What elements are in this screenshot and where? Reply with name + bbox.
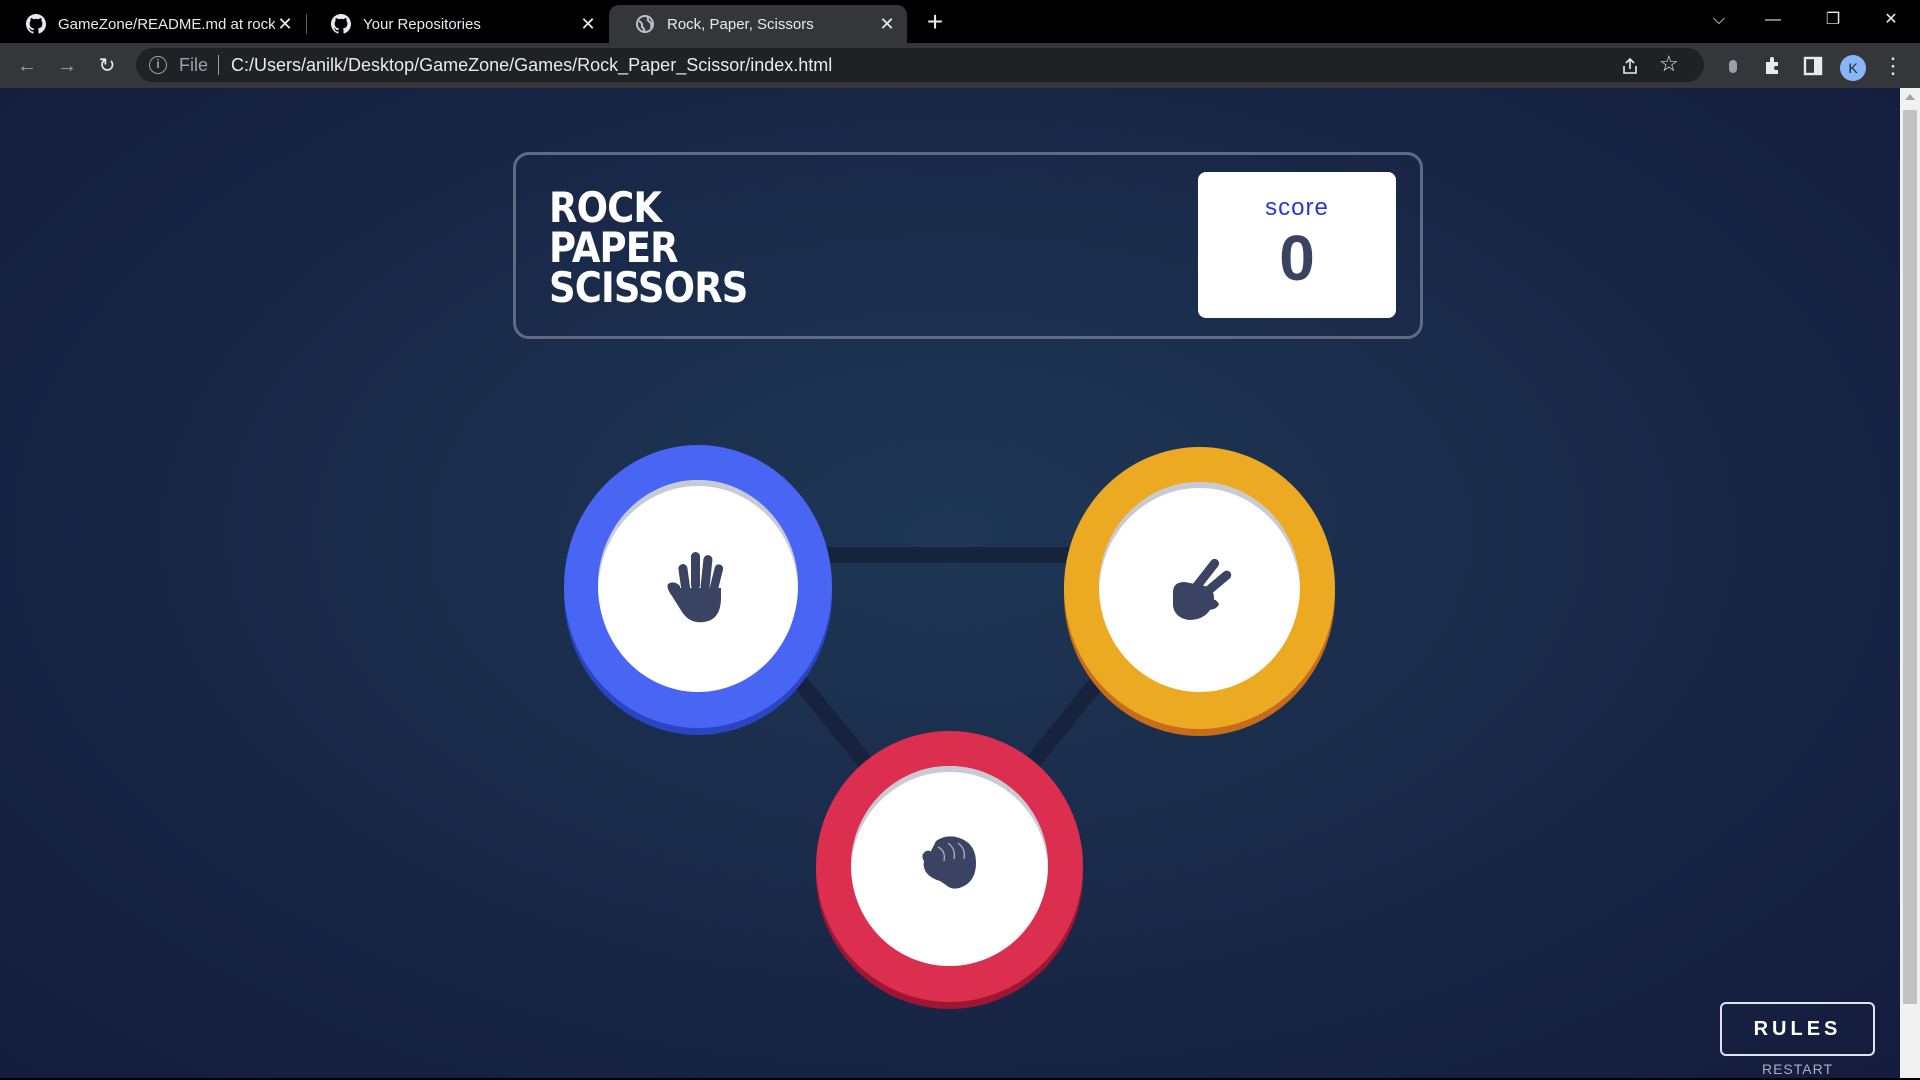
rules-button[interactable]: RULES [1720, 1002, 1875, 1056]
close-tab-icon[interactable]: ✕ [275, 14, 295, 34]
close-window-button[interactable]: ✕ [1871, 6, 1911, 34]
rock-choice-button[interactable] [816, 731, 1083, 1002]
extension-icon[interactable] [1720, 53, 1746, 79]
new-tab-button[interactable]: + [922, 8, 948, 36]
game-page: ROCK PAPER SCISSORS score 0 RULES RESTAR… [0, 88, 1900, 1078]
tab-your-repositories[interactable]: Your Repositories ✕ [305, 5, 608, 43]
scissors-choice-button[interactable] [1064, 447, 1335, 729]
close-tab-icon[interactable]: ✕ [578, 14, 598, 34]
address-divider [218, 55, 220, 75]
more-menu-icon[interactable]: ⋮ [1880, 53, 1906, 79]
reload-button[interactable]: ↻ [92, 51, 122, 81]
github-icon [331, 14, 351, 34]
side-panel-icon[interactable] [1800, 53, 1826, 79]
profile-avatar[interactable]: K [1840, 55, 1866, 81]
restore-button[interactable]: ❐ [1813, 6, 1853, 34]
paper-hand-icon [667, 552, 724, 623]
scrollbar-thumb[interactable] [1903, 110, 1917, 1004]
info-icon[interactable]: i [149, 56, 167, 74]
url-text[interactable]: C:/Users/anilk/Desktop/GameZone/Games/Ro… [231, 55, 832, 76]
close-tab-icon[interactable]: ✕ [877, 14, 897, 34]
browser-toolbar: ← → ↻ i File C:/Users/anilk/Desktop/Game… [0, 43, 1920, 88]
tab-title: GameZone/README.md at rock- [58, 15, 275, 33]
share-icon[interactable] [1620, 56, 1640, 76]
browser-tab-bar: GameZone/README.md at rock- ✕ Your Repos… [0, 0, 1920, 43]
extensions-puzzle-icon[interactable] [1760, 53, 1786, 79]
tab-title: Your Repositories [363, 15, 481, 33]
back-button[interactable]: ← [12, 51, 42, 81]
tab-github-readme[interactable]: GameZone/README.md at rock- ✕ [0, 5, 305, 43]
tab-rock-paper-scissors[interactable]: Rock, Paper, Scissors ✕ [609, 5, 907, 43]
address-bar[interactable]: i File C:/Users/anilk/Desktop/GameZone/G… [136, 48, 1704, 82]
tab-search-icon[interactable]: ⌵ [1699, 6, 1739, 34]
paper-choice-button[interactable] [564, 445, 832, 728]
minimize-button[interactable]: — [1753, 6, 1793, 34]
protocol-label: File [179, 54, 209, 75]
github-icon [26, 14, 46, 34]
tab-title: Rock, Paper, Scissors [667, 15, 814, 33]
forward-button[interactable]: → [52, 51, 82, 81]
scissors-hand-icon [1173, 558, 1232, 620]
restart-button[interactable]: RESTART [1720, 1061, 1875, 1078]
scroll-up-arrow-icon[interactable] [1905, 94, 1915, 100]
globe-icon [636, 15, 654, 33]
bookmark-star-icon[interactable]: ☆ [1659, 51, 1679, 77]
rock-fist-icon [922, 836, 976, 889]
page-scrollbar[interactable] [1900, 88, 1920, 1078]
